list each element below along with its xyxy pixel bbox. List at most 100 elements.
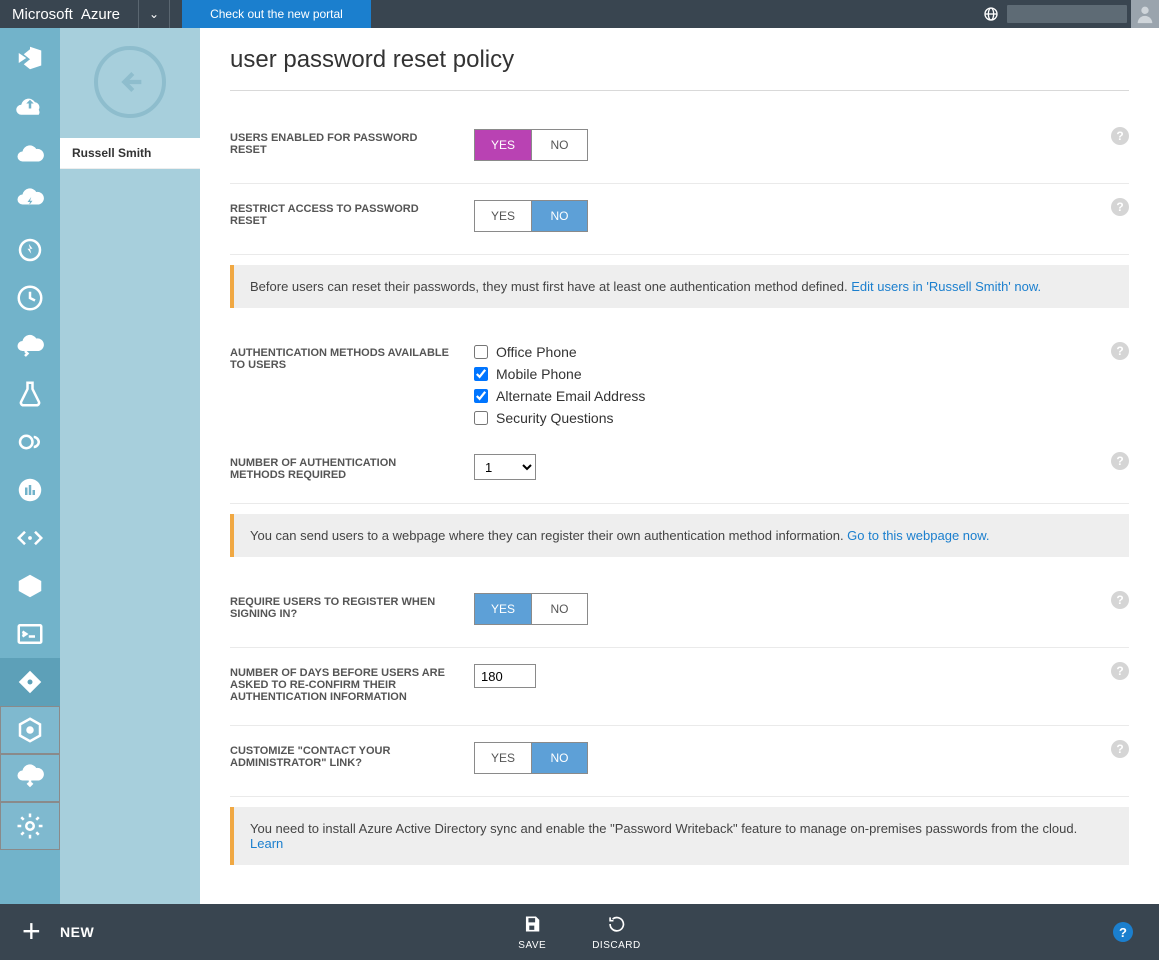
brand-product: Azure: [81, 6, 120, 23]
toggle-yes[interactable]: YES: [475, 743, 531, 773]
save-label: SAVE: [518, 940, 546, 951]
rail-item-box[interactable]: [0, 562, 60, 610]
rail-item-download[interactable]: [0, 754, 60, 802]
field-restrict-access: RESTRICT ACCESS TO PASSWORD RESET YES NO…: [230, 184, 1129, 255]
plus-icon: +: [22, 918, 50, 946]
rail-item-cloud-sync[interactable]: [0, 322, 60, 370]
help-icon[interactable]: ?: [1111, 662, 1129, 680]
field-auth-methods: AUTHENTICATION METHODS AVAILABLE TO USER…: [230, 328, 1129, 438]
help-icon[interactable]: ?: [1111, 591, 1129, 609]
toggle-no[interactable]: NO: [531, 594, 587, 624]
rail-item-visual-studio[interactable]: [0, 34, 60, 82]
help-icon[interactable]: ?: [1111, 452, 1129, 470]
checkbox-input[interactable]: [474, 345, 488, 359]
help-icon[interactable]: ?: [1111, 198, 1129, 216]
save-button[interactable]: SAVE: [518, 914, 546, 951]
directory-tab[interactable]: Russell Smith: [60, 138, 200, 169]
brand-company: Microsoft: [12, 6, 73, 23]
service-rail: [0, 28, 60, 904]
toggle-yes[interactable]: YES: [475, 201, 531, 231]
checkbox-input[interactable]: [474, 411, 488, 425]
toggle-no[interactable]: NO: [531, 201, 587, 231]
help-icon[interactable]: ?: [1111, 127, 1129, 145]
save-icon: [522, 914, 542, 938]
rail-item-terminal[interactable]: [0, 610, 60, 658]
top-right: [975, 0, 1159, 28]
checkbox-label: Office Phone: [496, 344, 577, 360]
info-auth-methods: Before users can reset their passwords, …: [230, 265, 1129, 308]
globe-icon[interactable]: [975, 6, 1007, 22]
back-button[interactable]: [94, 46, 166, 118]
rail-item-active-directory[interactable]: [0, 658, 60, 706]
checkbox-input[interactable]: [474, 389, 488, 403]
field-customize-contact: CUSTOMIZE "CONTACT YOUR ADMINISTRATOR" L…: [230, 726, 1129, 797]
toggle-require-register: YES NO: [474, 593, 588, 625]
checkbox-label: Security Questions: [496, 410, 614, 426]
toggle-no[interactable]: NO: [531, 743, 587, 773]
chevron-down-icon: ⌄: [149, 7, 159, 21]
brand-dropdown[interactable]: ⌄: [138, 0, 170, 28]
checkbox-alternate-email[interactable]: Alternate Email Address: [474, 388, 645, 404]
info-password-writeback: You need to install Azure Active Directo…: [230, 807, 1129, 865]
promo-banner[interactable]: Check out the new portal: [182, 0, 371, 28]
bottom-bar: + NEW SAVE DISCARD ?: [0, 904, 1159, 960]
new-button[interactable]: + NEW: [0, 918, 116, 946]
info-link-edit-users[interactable]: Edit users in 'Russell Smith' now.: [851, 279, 1041, 294]
field-reconfirm-days: NUMBER OF DAYS BEFORE USERS ARE ASKED TO…: [230, 648, 1129, 726]
toggle-yes[interactable]: YES: [475, 594, 531, 624]
checkbox-office-phone[interactable]: Office Phone: [474, 344, 645, 360]
rail-item-code[interactable]: [0, 514, 60, 562]
new-label: NEW: [60, 924, 94, 940]
select-num-methods[interactable]: 1: [474, 454, 536, 480]
rail-item-cloud[interactable]: [0, 130, 60, 178]
rail-item-analytics[interactable]: [0, 466, 60, 514]
rail-item-settings[interactable]: [0, 802, 60, 850]
info-link-registration-page[interactable]: Go to this webpage now.: [847, 528, 989, 543]
promo-text: Check out the new portal: [210, 7, 343, 21]
rail-item-flask[interactable]: [0, 370, 60, 418]
info-text: Before users can reset their passwords, …: [250, 279, 851, 294]
brand: Microsoft Azure ⌄: [0, 0, 182, 28]
help-icon[interactable]: ?: [1111, 740, 1129, 758]
toggle-no[interactable]: NO: [531, 130, 587, 160]
toggle-yes[interactable]: YES: [475, 130, 531, 160]
info-text: You can send users to a webpage where th…: [250, 528, 847, 543]
input-reconfirm-days[interactable]: [474, 664, 536, 688]
rail-item-clock[interactable]: [0, 274, 60, 322]
field-label: RESTRICT ACCESS TO PASSWORD RESET: [230, 200, 474, 227]
field-require-register: REQUIRE USERS TO REGISTER WHEN SIGNING I…: [230, 577, 1129, 648]
discard-icon: [606, 914, 626, 938]
field-label: NUMBER OF AUTHENTICATION METHODS REQUIRE…: [230, 454, 474, 481]
field-label: REQUIRE USERS TO REGISTER WHEN SIGNING I…: [230, 593, 474, 620]
page-title: user password reset policy: [230, 46, 1129, 91]
discard-label: DISCARD: [592, 940, 641, 951]
top-bar: Microsoft Azure ⌄ Check out the new port…: [0, 0, 1159, 28]
rail-item-power-gear[interactable]: [0, 226, 60, 274]
discard-button[interactable]: DISCARD: [592, 914, 641, 951]
rail-item-cloud-bolt[interactable]: [0, 178, 60, 226]
secondary-nav: Russell Smith: [60, 28, 200, 904]
info-registration-page: You can send users to a webpage where th…: [230, 514, 1129, 557]
help-icon[interactable]: ?: [1111, 342, 1129, 360]
main-content: user password reset policy USERS ENABLED…: [200, 28, 1159, 904]
info-text: You need to install Azure Active Directo…: [250, 821, 1077, 836]
field-num-methods-required: NUMBER OF AUTHENTICATION METHODS REQUIRE…: [230, 438, 1129, 504]
rail-item-hex[interactable]: [0, 706, 60, 754]
toggle-restrict-access: YES NO: [474, 200, 588, 232]
toggle-users-enabled: YES NO: [474, 129, 588, 161]
avatar[interactable]: [1131, 0, 1159, 28]
rail-item-cloud-upload[interactable]: [0, 82, 60, 130]
checkbox-mobile-phone[interactable]: Mobile Phone: [474, 366, 645, 382]
field-users-enabled: USERS ENABLED FOR PASSWORD RESET YES NO …: [230, 113, 1129, 184]
checkbox-security-questions[interactable]: Security Questions: [474, 410, 645, 426]
field-label: USERS ENABLED FOR PASSWORD RESET: [230, 129, 474, 156]
checkbox-label: Mobile Phone: [496, 366, 582, 382]
info-link-learn[interactable]: Learn: [250, 836, 283, 851]
rail-item-gear-wave[interactable]: [0, 418, 60, 466]
field-label: AUTHENTICATION METHODS AVAILABLE TO USER…: [230, 344, 474, 371]
field-label: CUSTOMIZE "CONTACT YOUR ADMINISTRATOR" L…: [230, 742, 474, 769]
checkbox-input[interactable]: [474, 367, 488, 381]
checkbox-label: Alternate Email Address: [496, 388, 645, 404]
help-button[interactable]: ?: [1113, 922, 1133, 942]
field-label: NUMBER OF DAYS BEFORE USERS ARE ASKED TO…: [230, 664, 474, 703]
